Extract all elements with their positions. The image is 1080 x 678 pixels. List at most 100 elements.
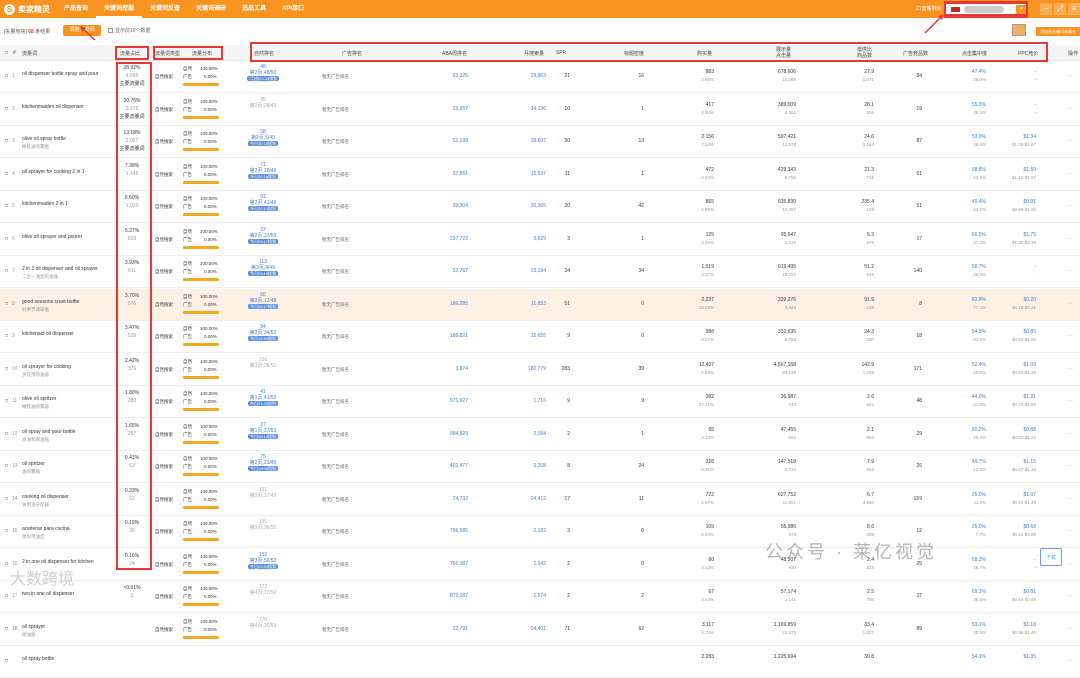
- row-checkbox[interactable]: □: [5, 203, 8, 210]
- keyword-text[interactable]: kitchenmaiden oil dispenser: [22, 104, 84, 111]
- keyword-text[interactable]: oil sprayer for cooking 2 in 1: [22, 169, 85, 176]
- keyword-text[interactable]: oil dispenser bottle spray and pour: [22, 71, 98, 78]
- natural-rank-cell[interactable]: 95 第2页,28/49: [246, 97, 280, 109]
- natural-rank-cell[interactable]: 152 第3页,50/52 今日20:20搜到: [246, 552, 280, 570]
- row-checkbox[interactable]: □: [5, 463, 8, 470]
- header-ad-competitors[interactable]: 广告竞品数: [903, 50, 928, 57]
- row-action-icon[interactable]: ⋯: [1068, 626, 1073, 633]
- table-row[interactable]: □ 14 cooking oil dispenser 食用油分配器 0.33% 52 自然搜…: [0, 484, 1080, 516]
- natural-rank-cell[interactable]: 60 第2页,12/48 今日20:17搜到: [246, 292, 280, 310]
- natural-rank-cell[interactable]: 48 第2页,48/50 7月前23:33搜到: [246, 64, 280, 82]
- nav-item-keyword-reverse[interactable]: 关键词反查: [142, 0, 188, 18]
- row-checkbox[interactable]: □: [5, 301, 8, 308]
- row-checkbox[interactable]: □: [5, 658, 8, 665]
- natural-rank-cell[interactable]: 37 第1页,37/53 今日20:13搜到: [246, 422, 280, 440]
- table-row[interactable]: □ 12 oil spray and pour bottle 喷油和倒油瓶 1.65% 2…: [0, 419, 1080, 451]
- keyword-text[interactable]: kitchenaid oil dispenser: [22, 331, 74, 338]
- natural-rank-cell[interactable]: 58 第2页,5/49 今日20:15搜到: [246, 129, 280, 147]
- add-to-favorites-button[interactable]: 添加到关键词收藏夹: [1036, 27, 1080, 36]
- monthly-search[interactable]: 28,607: [508, 138, 546, 145]
- natural-rank-cell[interactable]: 37 第2页,37/53 今日20:17搜到: [246, 227, 280, 245]
- monthly-search[interactable]: 1,716: [508, 398, 546, 405]
- header-keyword[interactable]: 流量词: [22, 50, 37, 57]
- aba-rank[interactable]: 51,199: [430, 138, 468, 145]
- monthly-search[interactable]: 2,084: [508, 431, 546, 438]
- row-checkbox[interactable]: □: [5, 171, 8, 178]
- aba-rank[interactable]: 186,821: [430, 333, 468, 340]
- keyword-text[interactable]: aceiteras para cocina: [22, 526, 70, 533]
- row-action-icon[interactable]: ⋯: [1068, 171, 1073, 178]
- monthly-search[interactable]: 11,853: [508, 301, 546, 308]
- natural-rank-cell[interactable]: 91 第2页,41/49 今日20:14搜到: [246, 194, 280, 212]
- header-title-density[interactable]: 标题密度: [624, 50, 644, 57]
- monthly-search[interactable]: 14,196: [508, 106, 546, 113]
- natural-rank-cell[interactable]: 75 第2页,23/49 今日19:58搜到: [246, 454, 280, 472]
- top10-checkbox[interactable]: [108, 28, 113, 33]
- row-action-icon[interactable]: ⋯: [1068, 301, 1073, 308]
- keyword-text[interactable]: oil spritzer: [22, 461, 45, 468]
- table-row[interactable]: □ 10 oil sprayer for cooking 烹饪用喷油器 2.42% 376…: [0, 354, 1080, 386]
- row-action-icon[interactable]: ⋯: [1068, 203, 1073, 210]
- monthly-search[interactable]: 1,942: [508, 561, 546, 568]
- table-row[interactable]: □ 6 olive oil sprayer and pourer 5.27% 819 自然…: [0, 224, 1080, 256]
- monthly-search[interactable]: 12,655: [508, 333, 546, 340]
- row-checkbox[interactable]: □: [5, 236, 8, 243]
- row-checkbox[interactable]: □: [5, 106, 8, 113]
- chevron-down-icon[interactable]: ▾: [1016, 5, 1027, 14]
- aba-rank[interactable]: 756,585: [430, 528, 468, 535]
- natural-rank-cell[interactable]: 121 第3页,17/49: [246, 487, 280, 499]
- row-checkbox[interactable]: □: [5, 398, 8, 405]
- keyword-text[interactable]: 2 in 1 oil dispenser and oil sprayer: [22, 266, 98, 273]
- download-button[interactable]: 下载: [1040, 548, 1062, 566]
- table-row[interactable]: □ 3 olive oil spray bottle 橄榄油喷雾瓶 13.18% 2,05…: [0, 126, 1080, 158]
- marketplace-selector[interactable]: ▾: [944, 2, 1028, 16]
- aba-rank[interactable]: 74,732: [430, 496, 468, 503]
- aba-rank[interactable]: 99,304: [430, 203, 468, 210]
- table-row[interactable]: □ 13 oil spritzer 油喷雾器 0.41% 63 自然搜索 自然 100.00% 广…: [0, 451, 1080, 483]
- aba-rank[interactable]: 971,927: [430, 398, 468, 405]
- aba-rank[interactable]: 97,851: [430, 171, 468, 178]
- aba-rank[interactable]: 3,874: [430, 366, 468, 373]
- row-checkbox[interactable]: □: [5, 626, 8, 633]
- monthly-search[interactable]: 30,365: [508, 203, 546, 210]
- natural-rank-cell[interactable]: 84 第2页,34/52 今日12:40搜到: [246, 324, 280, 342]
- monthly-search[interactable]: 29,863: [508, 73, 546, 80]
- row-action-icon[interactable]: ⋯: [1068, 268, 1073, 275]
- nav-item-product-query[interactable]: 产品查询: [56, 0, 96, 18]
- row-action-icon[interactable]: ⋯: [1068, 106, 1073, 113]
- natural-rank-cell[interactable]: 71 第2页,18/49 今日20:16搜到: [246, 162, 280, 180]
- aba-rank[interactable]: 756,387: [430, 561, 468, 568]
- aba-rank[interactable]: 25,957: [430, 106, 468, 113]
- aba-rank[interactable]: 63,326: [430, 73, 468, 80]
- natural-rank-cell[interactable]: 136 第3页,36/51: [246, 357, 280, 369]
- monthly-search[interactable]: 15,537: [508, 171, 546, 178]
- row-action-icon[interactable]: ⋯: [1068, 496, 1073, 503]
- header-spr[interactable]: SPR: [556, 50, 566, 56]
- row-action-icon[interactable]: ⋯: [1068, 236, 1073, 243]
- header-ppc[interactable]: PPC竞价: [1018, 50, 1038, 57]
- table-row[interactable]: □ 17 two in one oil dispenser <0.01% 0 自然搜索 自然…: [0, 581, 1080, 613]
- row-checkbox[interactable]: □: [5, 268, 8, 275]
- monthly-search[interactable]: 24,412: [508, 496, 546, 503]
- header-traffic-share[interactable]: 流量占比: [120, 50, 140, 57]
- header-checkbox[interactable]: □: [5, 50, 8, 56]
- table-row[interactable]: □ 11 olive oil spritzer 橄榄油喷雾器 1.80% 280 自然搜索 自…: [0, 386, 1080, 418]
- nav-item-product-selection[interactable]: 选品工具: [234, 0, 274, 18]
- nav-item-keyword-mining[interactable]: 关键词挖掘: [96, 0, 143, 18]
- monthly-search[interactable]: 5,208: [508, 463, 546, 470]
- row-action-icon[interactable]: ⋯: [1068, 398, 1073, 405]
- table-row[interactable]: □ 5 kitchenmaiden 2 in 1 6.50% 1,010 自然搜索 自然 10…: [0, 191, 1080, 223]
- header-ad-rank[interactable]: 广告排名: [342, 50, 362, 57]
- monthly-search[interactable]: 2,182: [508, 528, 546, 535]
- table-row[interactable]: □ 2 kitchenmaiden oil dispenser 20.76% 3,378…: [0, 94, 1080, 126]
- keyword-text[interactable]: oil sprayer for cooking: [22, 364, 71, 371]
- minimize-icon[interactable]: –: [1040, 3, 1052, 15]
- row-action-icon[interactable]: ⋯: [1068, 333, 1073, 340]
- aba-rank[interactable]: 52,767: [430, 268, 468, 275]
- adjust-keywords-button[interactable]: 调整关键词: [63, 25, 101, 36]
- row-action-icon[interactable]: ⋯: [1068, 431, 1073, 438]
- aba-rank[interactable]: 337,722: [430, 236, 468, 243]
- table-row[interactable]: □ 7 2 in 1 oil dispenser and oil sprayer 二合…: [0, 256, 1080, 288]
- expand-icon[interactable]: ⤢: [1054, 3, 1066, 15]
- keyword-text[interactable]: oil spray bottle: [22, 656, 54, 663]
